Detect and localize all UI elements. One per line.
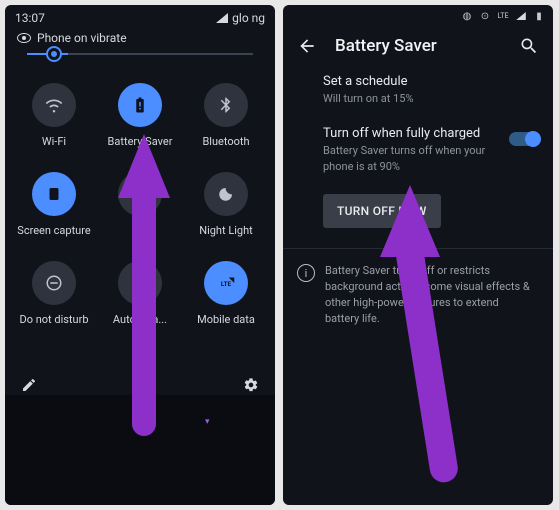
qs-tile-label: Auto-rota...	[113, 313, 167, 326]
qs-tile-label: T...	[133, 224, 147, 237]
vibrate-text: Phone on vibrate	[37, 31, 127, 45]
qs-tile-torch[interactable]: T...	[97, 164, 183, 247]
qs-tile-moon[interactable]: Night Light	[183, 164, 269, 247]
app-bar: Battery Saver	[283, 22, 553, 74]
cast-icon: ◍	[461, 10, 473, 22]
qs-tile-label: Bluetooth	[202, 135, 249, 148]
page-dot	[143, 383, 148, 388]
mobile-data-icon: LTE	[204, 261, 248, 305]
status-bar: ◍ ⊙ LTE ▮	[283, 5, 553, 22]
qs-tile-rotate[interactable]: Auto-rota...	[97, 253, 183, 336]
schedule-heading: Set a schedule	[323, 74, 535, 89]
schedule-sub: Will turn on at 15%	[323, 91, 503, 106]
settings-gear-icon[interactable]	[243, 377, 259, 393]
search-icon[interactable]	[519, 36, 539, 56]
torch-icon	[118, 172, 162, 216]
edit-icon[interactable]	[21, 377, 37, 393]
headset-icon: ⊙	[479, 10, 491, 22]
qs-tile-battery[interactable]: Battery Saver	[97, 75, 183, 158]
status-bar: 13:07 glo ng	[5, 5, 275, 27]
full-charge-toggle[interactable]	[509, 132, 539, 146]
slider-thumb[interactable]	[46, 46, 62, 62]
clock: 13:07	[15, 11, 45, 25]
full-charge-sub: Battery Saver turns off when your phone …	[323, 143, 503, 174]
screen-capture-icon	[32, 172, 76, 216]
turn-off-now-button[interactable]: TURN OFF NOW	[323, 194, 441, 228]
brightness-slider[interactable]	[5, 53, 275, 69]
moon-icon	[204, 172, 248, 216]
battery-icon	[118, 83, 162, 127]
qs-tile-label: Screen capture	[17, 224, 90, 237]
qs-tile-label: Night Light	[199, 224, 253, 237]
lte-icon: LTE	[497, 10, 509, 22]
signal-icon	[516, 12, 526, 20]
full-charge-heading: Turn off when fully charged	[323, 126, 535, 141]
info-row: i Battery Saver turns off or restricts b…	[283, 263, 553, 327]
qs-tile-label: Do not disturb	[19, 313, 88, 326]
status-right: glo ng	[216, 11, 265, 25]
qs-tiles-grid: Wi-Fi Battery Saver Bluetooth Screen captur…	[5, 69, 275, 336]
signal-icon	[216, 13, 228, 23]
info-text: Battery Saver turns off or restricts bac…	[325, 263, 535, 327]
rotate-icon	[118, 261, 162, 305]
qs-tile-label: Wi-Fi	[42, 135, 66, 148]
qs-tile-mobile-data[interactable]: LTE Mobile data	[183, 253, 269, 336]
quick-settings-panel: 13:07 glo ng Phone on vibrate Wi-Fi Batte…	[5, 5, 275, 505]
settings-body: Set a schedule Will turn on at 15% Turn …	[283, 74, 553, 228]
qs-tile-dnd[interactable]: Do not disturb	[11, 253, 97, 336]
qs-footer	[5, 377, 275, 393]
marker: ▾	[205, 417, 210, 427]
wifi-icon	[32, 83, 76, 127]
page-title: Battery Saver	[335, 36, 501, 56]
carrier-label: glo ng	[232, 11, 265, 25]
divider	[283, 248, 553, 249]
page-indicator	[132, 383, 148, 388]
nav-background	[5, 395, 275, 505]
qs-tile-wifi[interactable]: Wi-Fi	[11, 75, 97, 158]
qs-tile-screen-capture[interactable]: Screen capture	[11, 164, 97, 247]
dnd-icon	[32, 261, 76, 305]
turn-off-row: TURN OFF NOW	[323, 194, 535, 228]
svg-text:LTE: LTE	[221, 280, 232, 288]
full-charge-row[interactable]: Turn off when fully charged Battery Save…	[323, 126, 535, 174]
vibrate-icon	[17, 33, 31, 43]
back-arrow-icon[interactable]	[297, 36, 317, 56]
qs-tile-label: Mobile data	[197, 313, 255, 326]
battery-status-icon: ▮	[533, 10, 545, 22]
battery-saver-settings-screen: ◍ ⊙ LTE ▮ Battery Saver Set a schedule W…	[283, 5, 553, 505]
bluetooth-icon	[204, 83, 248, 127]
qs-tile-label: Battery Saver	[108, 135, 173, 148]
schedule-row[interactable]: Set a schedule Will turn on at 15%	[323, 74, 535, 106]
page-dot	[132, 383, 137, 388]
info-icon: i	[297, 264, 315, 282]
qs-tile-bluetooth[interactable]: Bluetooth	[183, 75, 269, 158]
